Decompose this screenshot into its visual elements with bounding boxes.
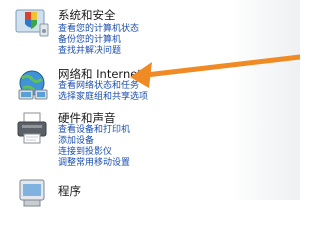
link-backup-computer[interactable]: 备份您的计算机 [58,35,121,46]
category-title-system-security[interactable]: 系统和安全 [58,8,116,22]
printer-icon[interactable] [14,110,50,146]
blurred-background-right [230,0,300,200]
link-find-fix-problems[interactable]: 查找并解决问题 [58,46,121,57]
network-globe-icon[interactable] [14,66,50,102]
link-mobility-settings[interactable]: 调整常用移动设置 [58,158,130,169]
link-view-computer-status[interactable]: 查看您的计算机状态 [58,24,139,35]
control-panel-category-view: 系统和安全 查看您的计算机状态 备份您的计算机 查找并解决问题 网络和 Inte… [0,0,300,207]
link-add-device[interactable]: 添加设备 [58,136,94,147]
link-connect-projector[interactable]: 连接到投影仪 [58,147,112,158]
shield-icon[interactable] [14,4,50,40]
category-title-hardware-sound[interactable]: 硬件和声音 [58,111,116,125]
programs-icon[interactable] [14,176,50,212]
link-view-network-status[interactable]: 查看网络状态和任务 [58,81,139,92]
link-homegroup-sharing[interactable]: 选择家庭组和共享选项 [58,92,148,103]
category-title-programs[interactable]: 程序 [58,184,81,198]
category-title-network-internet[interactable]: 网络和 Internet [58,67,142,81]
link-devices-printers[interactable]: 查看设备和打印机 [58,125,130,136]
